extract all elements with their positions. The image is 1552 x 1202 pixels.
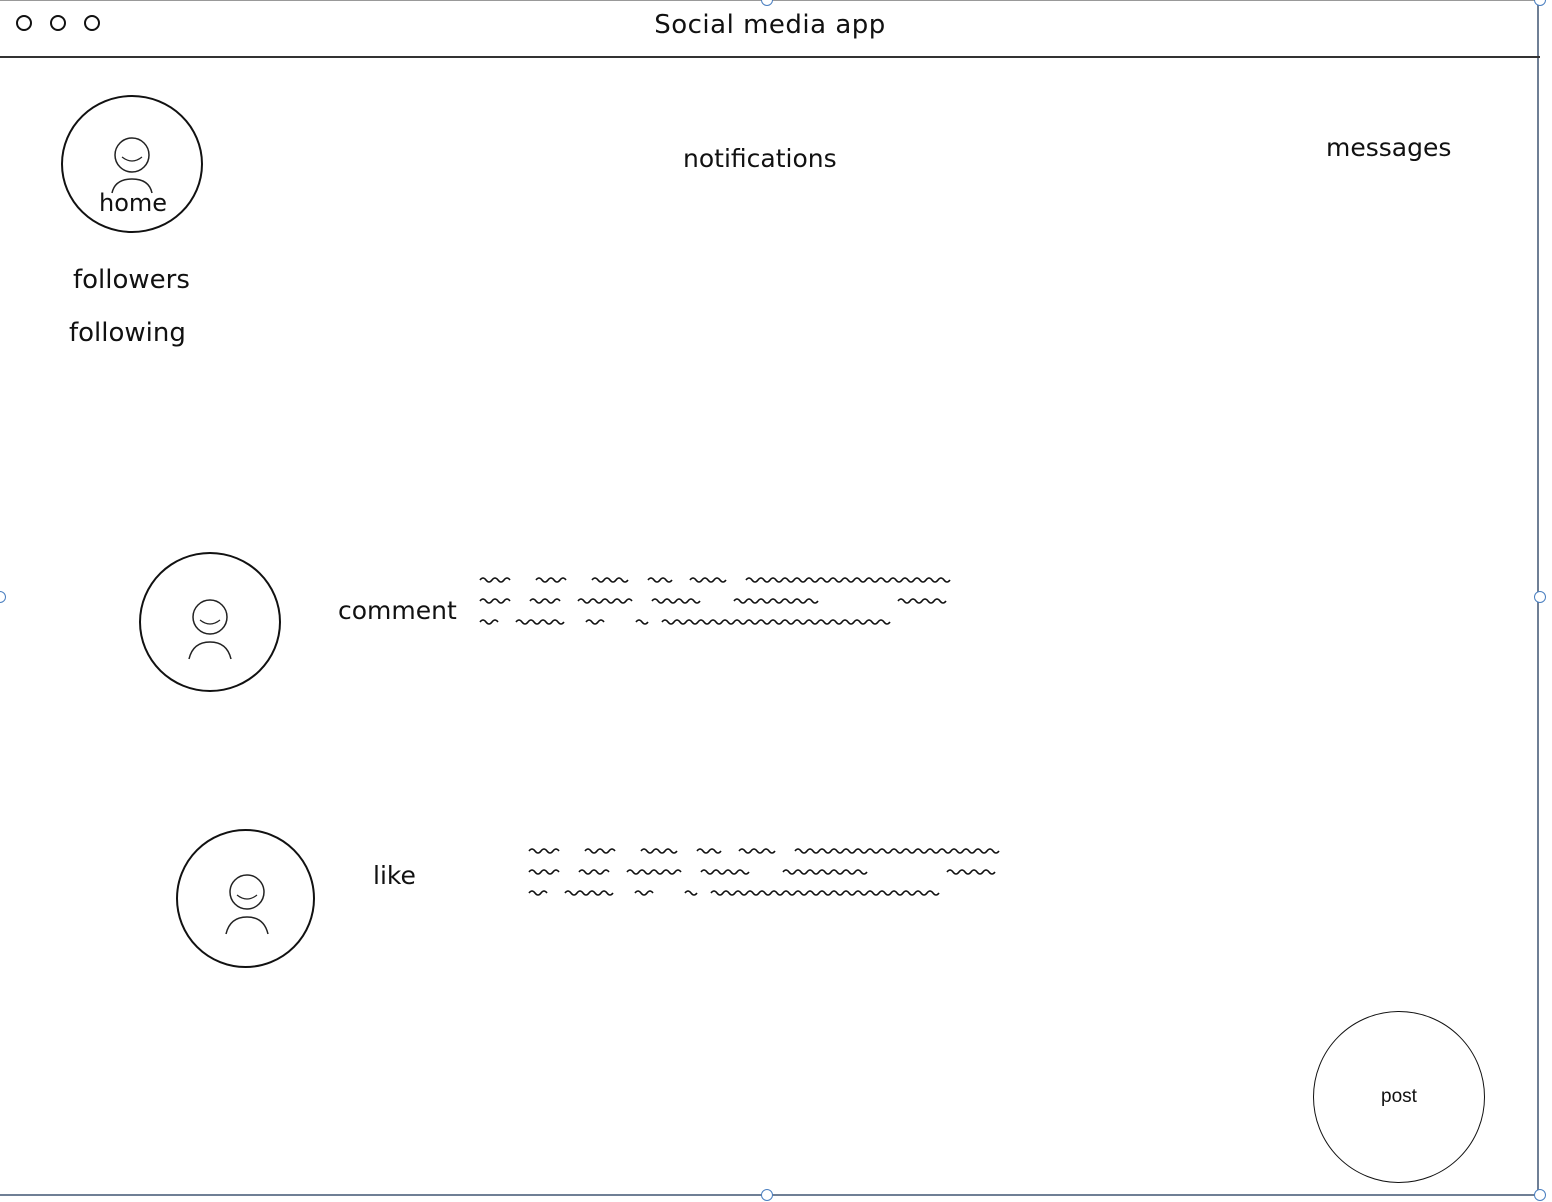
post-button-label: post	[1381, 1086, 1417, 1107]
user-icon	[225, 874, 269, 935]
user-icon	[188, 599, 232, 660]
home-avatar-button[interactable]: home	[61, 95, 203, 233]
notifications-link[interactable]: notifications	[683, 144, 837, 173]
feed-avatar[interactable]	[176, 829, 315, 968]
following-link[interactable]: following	[69, 318, 186, 348]
post-text-placeholder	[479, 577, 951, 625]
feed-avatar[interactable]	[139, 552, 281, 692]
selection-handle-bottom-right[interactable]	[1534, 1189, 1546, 1201]
title-bar: Social media app	[0, 0, 1540, 58]
user-icon	[111, 137, 153, 194]
post-button[interactable]: post	[1313, 1011, 1485, 1183]
followers-link[interactable]: followers	[73, 265, 190, 295]
selection-handle-bottom[interactable]	[761, 1189, 773, 1201]
home-label: home	[99, 189, 168, 217]
app-canvas: Social media app home notifications mess…	[0, 0, 1552, 1202]
window-title: Social media app	[654, 10, 886, 40]
comment-button[interactable]: comment	[338, 596, 457, 625]
like-button[interactable]: like	[373, 861, 416, 890]
selection-handle-right[interactable]	[1534, 591, 1546, 603]
messages-link[interactable]: messages	[1326, 133, 1451, 162]
post-text-placeholder	[528, 848, 1000, 896]
